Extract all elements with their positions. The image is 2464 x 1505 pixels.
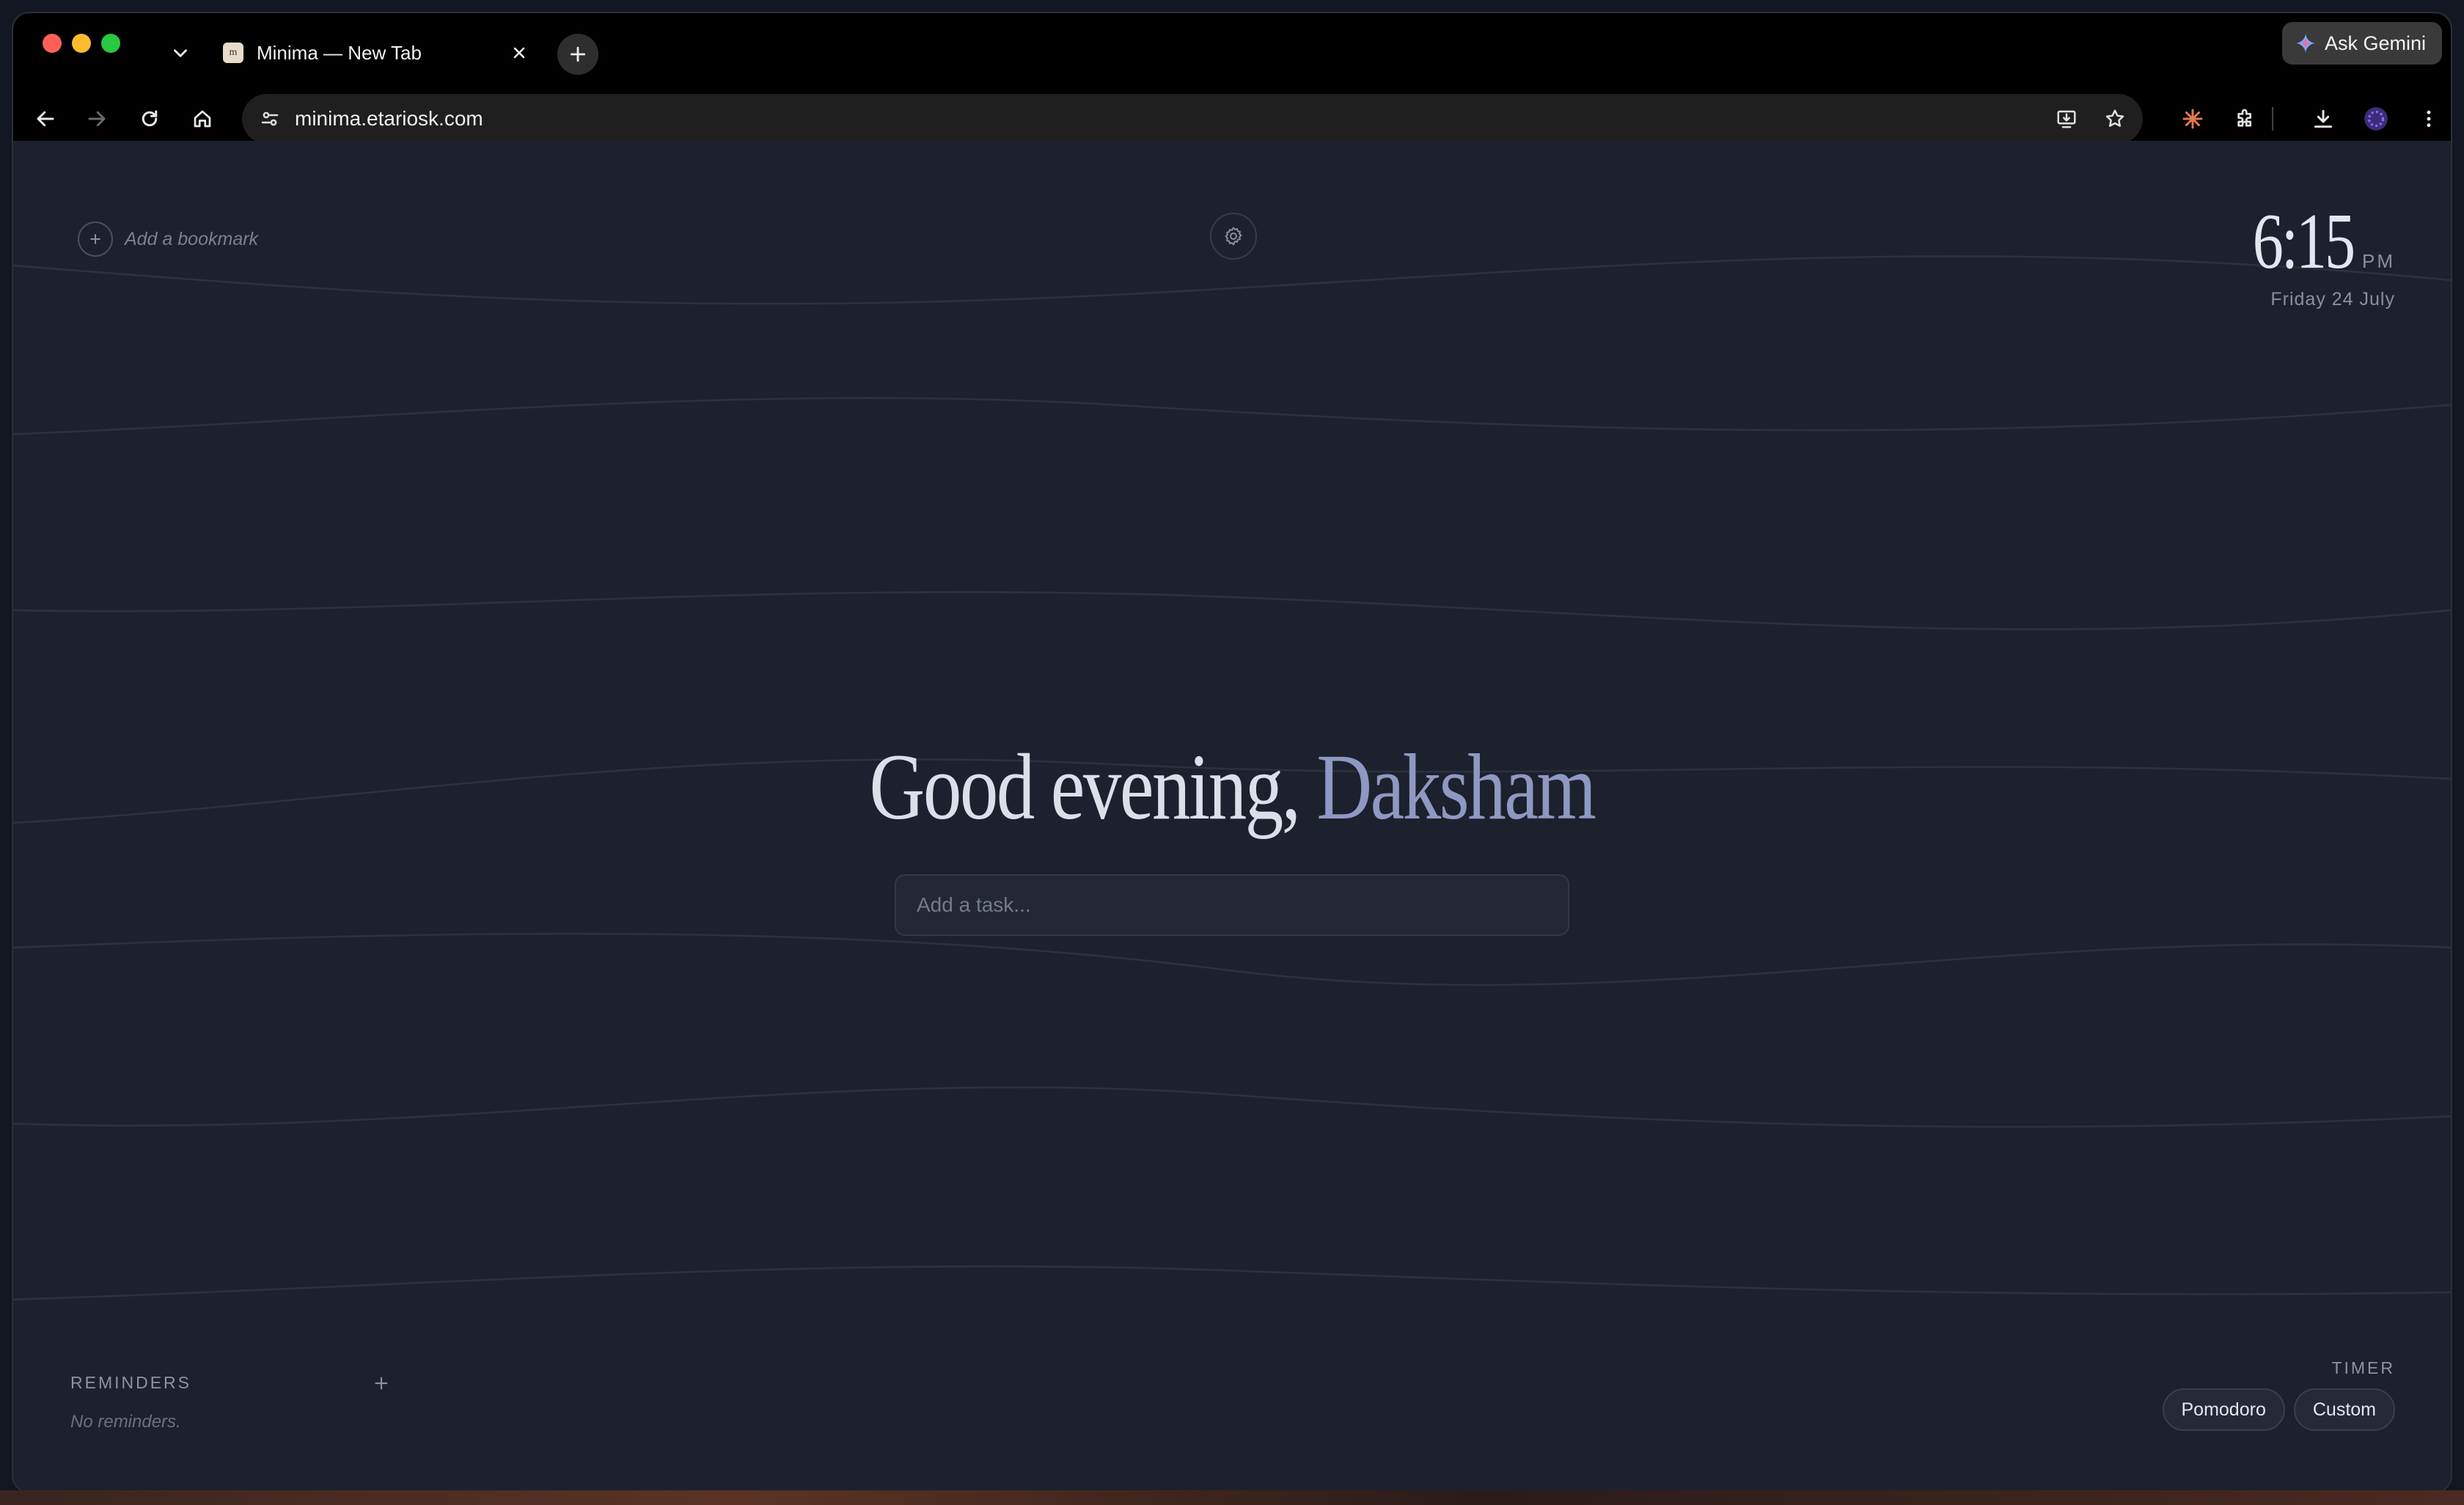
extensions-button[interactable]	[2225, 98, 2266, 139]
install-app-icon	[2057, 110, 2076, 128]
add-reminder-button[interactable]	[367, 1369, 396, 1398]
add-task-input[interactable]	[895, 874, 1569, 936]
claude-extension-icon	[2182, 109, 2203, 129]
tab-search-button[interactable]	[157, 29, 204, 76]
reminders-panel: REMINDERS No reminders.	[70, 1373, 408, 1432]
reminders-empty-text: No reminders.	[70, 1412, 181, 1432]
browser-window: m Minima — New Tab Ask Gemini minima.eta…	[13, 13, 2451, 1492]
avatar-icon	[2364, 107, 2388, 131]
reload-button[interactable]	[129, 98, 170, 139]
add-bookmark-button[interactable]: Add a bookmark	[78, 221, 258, 257]
settings-button[interactable]	[1210, 213, 1257, 260]
tab-close-button[interactable]	[506, 40, 532, 66]
zoom-window-button[interactable]	[101, 34, 120, 53]
tab-favicon-icon: m	[223, 43, 243, 63]
install-app-button[interactable]	[2046, 98, 2087, 139]
address-bar[interactable]: minima.etariosk.com	[242, 94, 2143, 144]
timer-title: TIMER	[2331, 1358, 2395, 1377]
reminders-title: REMINDERS	[70, 1373, 192, 1392]
greeting-heading: Good evening, Daksham	[13, 733, 2451, 841]
pomodoro-button[interactable]: Pomodoro	[2162, 1388, 2285, 1431]
extension-claude-button[interactable]	[2172, 98, 2213, 139]
greeting-prefix: Good evening,	[869, 735, 1301, 839]
close-window-button[interactable]	[43, 34, 62, 53]
ask-gemini-label: Ask Gemini	[2324, 32, 2426, 54]
profile-button[interactable]	[2355, 98, 2397, 139]
greeting-name: Daksham	[1316, 735, 1596, 839]
minimize-window-button[interactable]	[72, 34, 91, 53]
plus-icon	[375, 1377, 388, 1390]
star-icon	[2105, 109, 2124, 127]
url-text: minima.etariosk.com	[295, 107, 483, 130]
toolbar-separator	[2272, 107, 2273, 131]
timer-panel: TIMER Pomodoro Custom	[2162, 1358, 2395, 1431]
close-icon	[513, 47, 525, 59]
clock-date: Friday 24 July	[2270, 289, 2395, 310]
gear-icon	[1225, 227, 1242, 246]
home-button[interactable]	[182, 98, 223, 139]
tab-title: Minima — New Tab	[257, 41, 422, 64]
puzzle-icon	[2237, 109, 2251, 127]
more-vertical-icon	[2427, 110, 2431, 128]
new-tab-page: Add a bookmark 6:15 PM Friday 24 July Go…	[13, 141, 2451, 1492]
reload-icon	[142, 110, 158, 127]
site-info-icon[interactable]	[255, 104, 285, 133]
clock-widget: 6:15 PM Friday 24 July	[2224, 197, 2395, 310]
clock-ampm: PM	[2362, 250, 2395, 272]
active-tab[interactable]: m Minima — New Tab	[208, 22, 546, 84]
plus-icon	[570, 46, 586, 62]
download-icon	[2314, 109, 2333, 128]
plus-circle-icon	[78, 221, 113, 257]
gemini-sparkle-icon	[2296, 34, 2315, 53]
arrow-right-icon	[88, 111, 106, 127]
custom-timer-button[interactable]: Custom	[2293, 1388, 2395, 1431]
back-button[interactable]	[25, 98, 66, 139]
tune-icon	[261, 111, 279, 126]
browser-menu-button[interactable]	[2408, 98, 2449, 139]
bookmark-star-button[interactable]	[2094, 98, 2135, 139]
new-tab-button[interactable]	[557, 34, 598, 75]
forward-button[interactable]	[76, 98, 117, 139]
home-icon	[194, 110, 211, 128]
desktop-wallpaper	[0, 1490, 2464, 1505]
tab-strip: m Minima — New Tab Ask Gemini	[13, 13, 2451, 84]
arrow-left-icon	[37, 111, 54, 127]
clock-time: 6:15	[2252, 198, 2355, 285]
downloads-button[interactable]	[2303, 98, 2344, 139]
ask-gemini-button[interactable]: Ask Gemini	[2281, 22, 2442, 65]
add-bookmark-label: Add a bookmark	[125, 228, 259, 249]
chevron-down-icon	[174, 49, 187, 57]
